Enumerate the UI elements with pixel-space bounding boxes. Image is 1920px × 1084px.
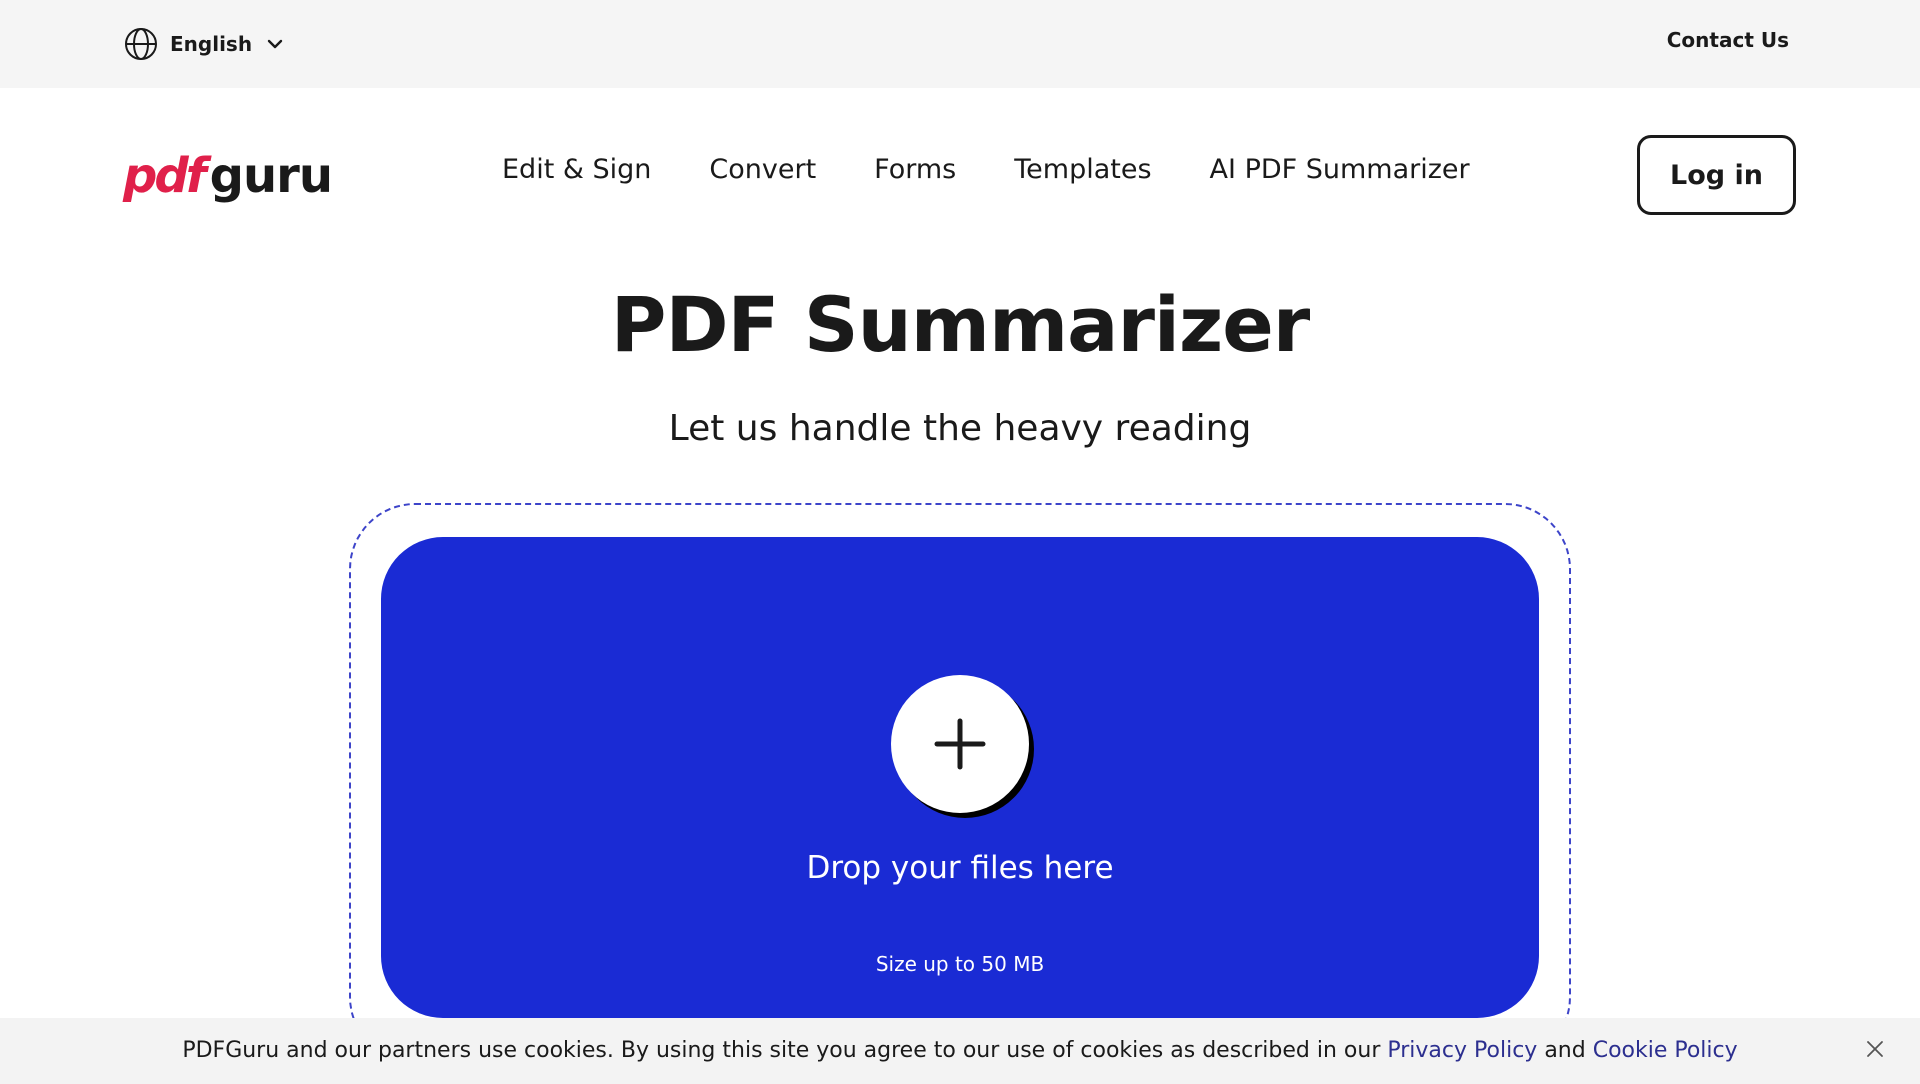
language-label: English	[170, 32, 253, 56]
nav-ai-pdf-summarizer[interactable]: AI PDF Summarizer	[1210, 154, 1470, 185]
drop-files-label: Drop your files here	[806, 850, 1114, 886]
cookie-message: PDFGuru and our partners use cookies. By…	[0, 1038, 1920, 1063]
file-size-limit: Size up to 50 MB	[875, 952, 1045, 976]
add-file-button[interactable]	[891, 675, 1029, 813]
language-selector[interactable]: English	[124, 26, 284, 62]
cookie-banner: PDFGuru and our partners use cookies. By…	[0, 1018, 1920, 1084]
close-icon	[1867, 1041, 1883, 1057]
login-button[interactable]: Log in	[1637, 135, 1796, 215]
cookie-close-button[interactable]	[1864, 1038, 1886, 1060]
cookie-and: and	[1544, 1038, 1586, 1063]
privacy-policy-link[interactable]: Privacy Policy	[1387, 1038, 1537, 1063]
nav-edit-sign[interactable]: Edit & Sign	[502, 154, 651, 185]
logo-guru-text: guru	[209, 148, 333, 204]
nav-templates[interactable]: Templates	[1014, 154, 1151, 185]
cookie-text: PDFGuru and our partners use cookies. By…	[182, 1038, 1381, 1063]
nav-forms[interactable]: Forms	[874, 154, 956, 185]
globe-icon	[125, 28, 157, 60]
page-title: PDF Summarizer	[610, 280, 1310, 369]
top-bar: English Contact Us	[0, 0, 1920, 88]
nav-convert[interactable]: Convert	[709, 154, 816, 185]
file-dropzone[interactable]: Drop your files here Size up to 50 MB	[381, 537, 1539, 1018]
main-header: pdf guru Edit & Sign Convert Forms Templ…	[0, 88, 1920, 258]
logo[interactable]: pdf guru	[123, 148, 333, 204]
cookie-policy-link[interactable]: Cookie Policy	[1593, 1038, 1738, 1063]
logo-pdf-text: pdf	[123, 148, 207, 204]
contact-us-link[interactable]: Contact Us	[1667, 28, 1789, 52]
plus-icon	[934, 718, 986, 770]
chevron-down-icon	[267, 39, 283, 49]
main-nav: Edit & Sign Convert Forms Templates AI P…	[502, 154, 1470, 185]
page-subtitle: Let us handle the heavy reading	[668, 408, 1252, 449]
